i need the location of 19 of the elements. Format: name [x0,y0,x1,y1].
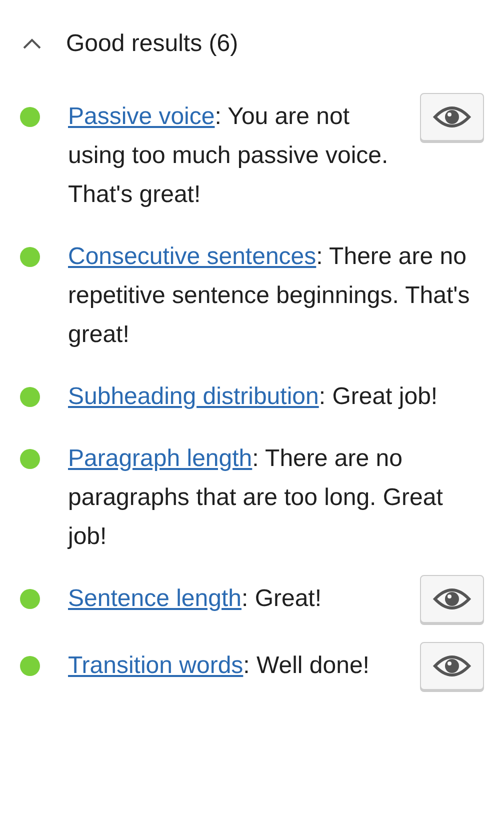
eye-icon [433,105,471,129]
result-link[interactable]: Consecutive sentences [68,243,316,270]
result-text: Transition words: Well done! [68,651,370,681]
result-link[interactable]: Paragraph length [68,445,252,472]
result-link[interactable]: Subheading distribution [68,383,319,410]
result-text: Paragraph length: There are no paragraphs that are too long. Great job! [68,444,444,552]
highlight-button[interactable] [420,575,484,623]
result-link[interactable]: Passive voice [68,103,215,130]
eye-icon [433,654,471,678]
section-toggle[interactable]: Good results (6) [0,24,238,64]
result-text: Consecutive sentences: There are no repetitive sentence beginnings. That's great! [68,242,471,350]
result-link[interactable]: Sentence length [68,585,242,612]
highlight-button[interactable] [420,642,484,690]
result-text: Passive voice: You are not using too much passive voice. That's great! [68,102,390,210]
highlight-button[interactable] [420,93,484,141]
eye-icon [433,587,471,611]
result-link[interactable]: Transition words [68,652,244,679]
result-text: Subheading distribution: Great job! [68,382,439,412]
result-text: Sentence length: Great! [68,584,323,614]
